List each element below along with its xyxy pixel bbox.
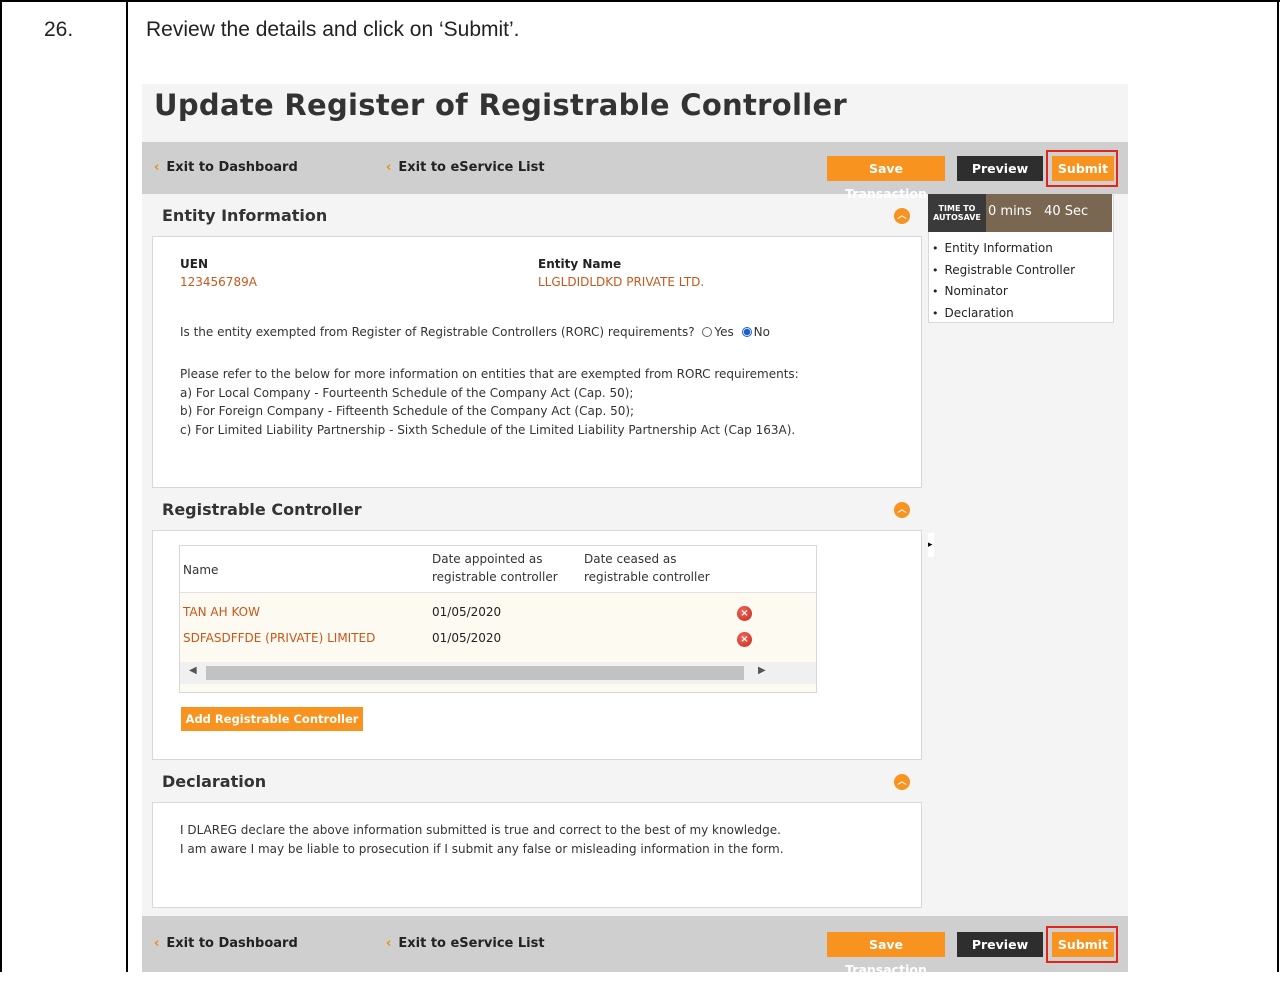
registrable-controller-heading: Registrable Controller xyxy=(162,500,362,519)
section-toc: Entity Information Registrable Controlle… xyxy=(932,238,1076,325)
screenshot: Update Register of Registrable Controlle… xyxy=(142,84,1128,977)
exit-dashboard-label: Exit to Dashboard xyxy=(166,160,298,175)
scroll-right-arrow-icon[interactable]: ▶ xyxy=(758,665,766,676)
chevron-left-icon: ‹ xyxy=(154,160,160,175)
page-title: Update Register of Registrable Controlle… xyxy=(154,88,848,122)
declaration-text: I DLAREG declare the above information s… xyxy=(180,821,784,858)
scrollbar-thumb[interactable] xyxy=(206,666,744,680)
registrable-controller-panel: Name Date appointed as registrable contr… xyxy=(152,530,922,760)
autosave-label: TIME TO AUTOSAVE xyxy=(928,194,986,232)
submit-highlight-box xyxy=(1046,150,1118,187)
bottom-action-bar: ‹ Exit to Dashboard ‹ Exit to eService L… xyxy=(142,916,1128,977)
add-registrable-controller-button[interactable]: Add Registrable Controller xyxy=(181,707,363,731)
table-row-appointed: 01/05/2020 xyxy=(432,605,502,619)
exemption-info-line: c) For Limited Liability Partnership - S… xyxy=(180,422,796,437)
exit-eservice-label: Exit to eService List xyxy=(398,936,545,951)
autosave-countdown: 0 mins 40 Sec xyxy=(988,204,1089,219)
entity-name-value: LLGLDIDLDKD PRIVATE LTD. xyxy=(538,275,705,289)
column-header-appointed: Date appointed as registrable controller xyxy=(432,552,558,584)
submit-highlight-box xyxy=(1046,926,1118,963)
exemption-info-line: a) For Local Company - Fourteenth Schedu… xyxy=(180,385,634,400)
horizontal-scrollbar[interactable]: ◀ ▶ xyxy=(180,662,816,684)
radio-no-label: No xyxy=(753,325,770,339)
step-instruction: Review the details and click on ‘Submit’… xyxy=(146,18,520,41)
scroll-left-arrow-icon[interactable]: ◀ xyxy=(189,665,197,676)
declaration-heading: Declaration xyxy=(162,772,267,791)
exit-dashboard-link[interactable]: ‹ Exit to Dashboard xyxy=(154,160,298,175)
column-header-ceased: Date ceased as registrable controller xyxy=(584,552,710,584)
collapse-chevron-up-icon[interactable]: ︿ xyxy=(894,774,910,790)
save-transaction-button[interactable]: Save Transaction xyxy=(827,156,945,201)
table-row-name[interactable]: SDFASDFFDE (PRIVATE) LIMITED xyxy=(183,631,375,645)
exit-dashboard-label: Exit to Dashboard xyxy=(166,936,298,951)
exemption-question: Is the entity exempted from Register of … xyxy=(180,323,770,342)
top-action-bar: ‹ Exit to Dashboard ‹ Exit to eService L… xyxy=(142,142,1128,201)
controllers-table: Name Date appointed as registrable contr… xyxy=(179,545,817,693)
radio-no[interactable] xyxy=(741,327,752,337)
toc-item-entity-information[interactable]: Entity Information xyxy=(932,238,1075,260)
exit-dashboard-link[interactable]: ‹ Exit to Dashboard xyxy=(154,936,298,951)
table-header: Name Date appointed as registrable contr… xyxy=(180,546,816,593)
table-row-name[interactable]: TAN AH KOW xyxy=(183,605,260,619)
entity-information-heading: Entity Information xyxy=(162,206,328,225)
toc-item-nominator[interactable]: Nominator xyxy=(932,281,1075,303)
collapse-chevron-up-icon[interactable]: ︿ xyxy=(894,502,910,518)
preview-button[interactable]: Preview xyxy=(957,156,1043,181)
save-transaction-button[interactable]: Save Transaction xyxy=(827,932,945,977)
chevron-left-icon: ‹ xyxy=(386,936,392,951)
entity-information-panel: UEN 123456789A Entity Name LLGLDIDLDKD P… xyxy=(152,236,922,488)
declaration-line: I am aware I may be liable to prosecutio… xyxy=(180,841,784,856)
toc-item-registrable-controller[interactable]: Registrable Controller xyxy=(932,260,1076,282)
exit-eservice-link[interactable]: ‹ Exit to eService List xyxy=(386,936,545,951)
exemption-info-line: Please refer to the below for more infor… xyxy=(180,367,799,381)
entity-name-label: Entity Name xyxy=(538,257,622,271)
chevron-left-icon: ‹ xyxy=(386,160,392,175)
preview-button[interactable]: Preview xyxy=(957,932,1043,957)
delete-icon[interactable]: × xyxy=(737,632,752,647)
chevron-left-icon: ‹ xyxy=(154,936,160,951)
exemption-info: Please refer to the below for more infor… xyxy=(180,365,799,439)
exit-eservice-link[interactable]: ‹ Exit to eService List xyxy=(386,160,545,175)
autosave-timer: TIME TO AUTOSAVE 0 mins 40 Sec xyxy=(928,194,1112,232)
exemption-info-line: b) For Foreign Company - Fifteenth Sched… xyxy=(180,404,635,418)
radio-yes[interactable] xyxy=(702,327,713,337)
uen-label: UEN xyxy=(180,257,208,271)
radio-yes-label: Yes xyxy=(714,325,734,339)
exemption-question-text: Is the entity exempted from Register of … xyxy=(180,325,695,339)
column-header-name: Name xyxy=(183,563,219,577)
delete-icon[interactable]: × xyxy=(737,606,752,621)
side-scroll-arrow-icon[interactable]: ▸ xyxy=(928,533,934,557)
exit-eservice-label: Exit to eService List xyxy=(398,160,545,175)
table-row-appointed: 01/05/2020 xyxy=(432,631,502,645)
uen-value: 123456789A xyxy=(180,275,257,289)
collapse-chevron-up-icon[interactable]: ︿ xyxy=(894,208,910,224)
toc-item-declaration[interactable]: Declaration xyxy=(932,303,1075,325)
step-number: 26. xyxy=(44,18,74,41)
declaration-panel: I DLAREG declare the above information s… xyxy=(152,802,922,908)
declaration-line: I DLAREG declare the above information s… xyxy=(180,823,781,837)
